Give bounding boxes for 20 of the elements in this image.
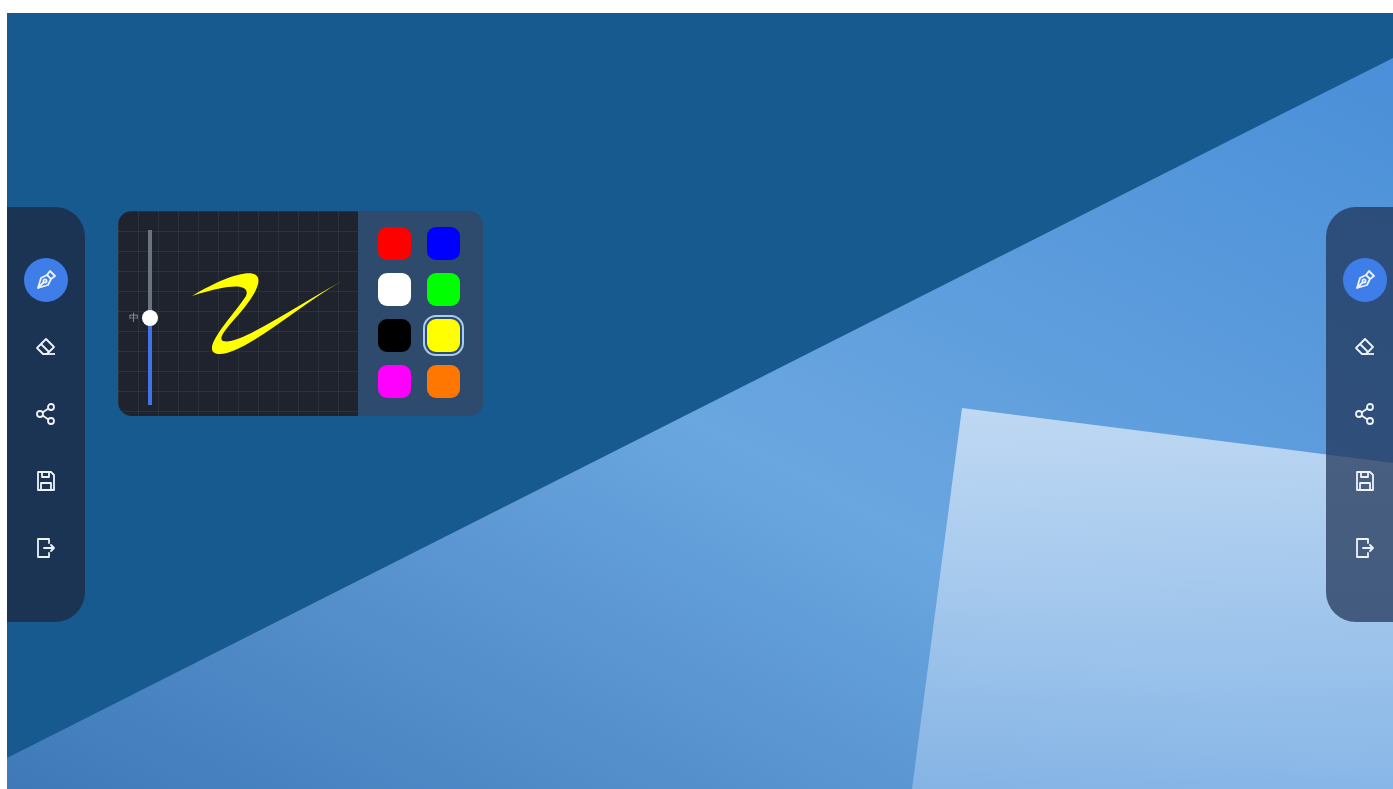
size-label: 中 — [129, 310, 139, 325]
share-icon — [34, 402, 58, 426]
pen-nib-icon — [34, 268, 58, 292]
save-icon — [34, 469, 58, 493]
pen-tool-button[interactable] — [24, 258, 68, 302]
pen-nib-icon — [1353, 268, 1377, 292]
color-swatch[interactable] — [427, 365, 460, 398]
share-icon — [1353, 402, 1377, 426]
color-swatch[interactable] — [378, 365, 411, 398]
exit-icon — [34, 536, 58, 560]
exit-icon — [1353, 536, 1377, 560]
color-swatch[interactable] — [378, 227, 411, 260]
color-swatch[interactable] — [378, 319, 411, 352]
color-swatch[interactable] — [427, 227, 460, 260]
save-icon — [1353, 469, 1377, 493]
size-slider[interactable] — [142, 230, 158, 405]
pen-tool-button[interactable] — [1343, 258, 1387, 302]
color-swatch[interactable] — [378, 273, 411, 306]
slider-thumb[interactable] — [142, 309, 158, 326]
color-swatch[interactable] — [427, 273, 460, 306]
